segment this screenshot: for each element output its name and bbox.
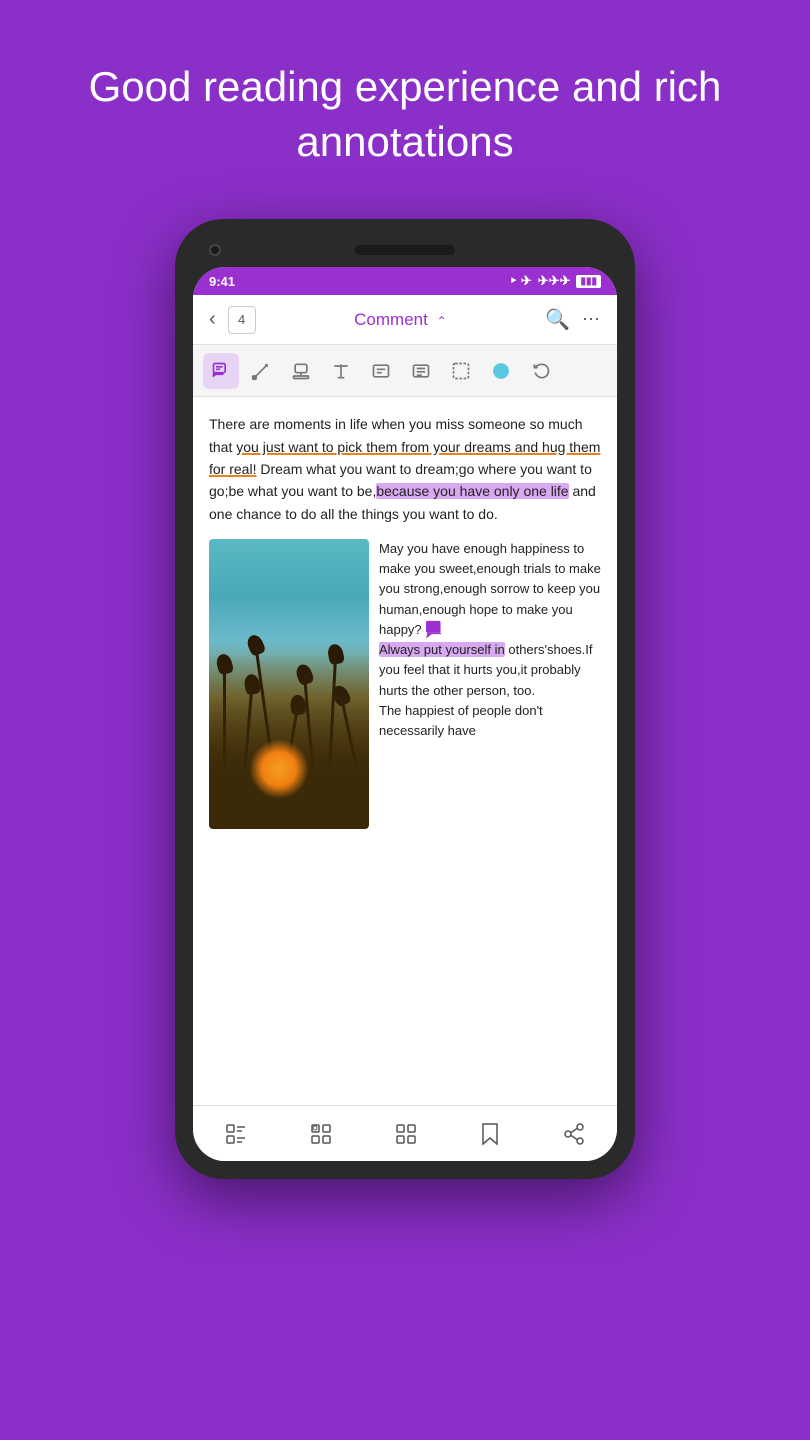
para1-highlight: because you have only one life [376,483,568,499]
bottom-nav-apps[interactable] [394,1122,418,1146]
nav-title: Comment ⌃ [268,310,533,330]
bottom-nav-contents[interactable] [224,1122,248,1146]
sun-glow [249,739,309,799]
two-col-section: May you have enough happiness to make yo… [209,539,601,829]
tool-form[interactable] [403,353,439,389]
right-text-section: May you have enough happiness to make yo… [379,539,601,829]
tool-select[interactable] [443,353,479,389]
stem7 [340,700,366,808]
phone-frame: 9:41 ‣ ✈ ✈✈✈ ▮▮▮ ‹ 4 Comment ⌃ [175,219,635,1179]
comment-icon-inline [425,620,447,640]
back-button[interactable]: ‹ [209,308,216,331]
tool-undo[interactable] [523,353,559,389]
right-text-highlight: Always put yourself in [379,642,505,657]
right-text-1: May you have enough happiness to make yo… [379,541,601,637]
stem2 [239,689,252,809]
tool-text[interactable] [323,353,359,389]
paragraph-1: There are moments in life when you miss … [209,413,601,525]
stem5 [303,679,317,809]
signal-icon: ✈✈✈ [538,273,571,289]
stem6 [326,659,337,809]
content-image [209,539,369,829]
battery-icon: ▮▮▮ [576,275,601,288]
tool-comment[interactable] [203,353,239,389]
image-bg [209,539,369,829]
status-time: 9:41 [209,274,235,289]
nav-bar: ‹ 4 Comment ⌃ 🔍 ⋯ [193,295,617,345]
status-bar-right: ‣ ✈ ✈✈✈ ▮▮▮ [510,273,601,289]
tool-typebox[interactable] [363,353,399,389]
page-title: Good reading experience and rich annotat… [0,0,810,209]
bottom-nav-share[interactable] [562,1122,586,1146]
tool-circle[interactable] [483,353,519,389]
tool-annotate[interactable] [243,353,279,389]
more-button[interactable]: ⋯ [582,309,601,330]
page-background: Good reading experience and rich annotat… [0,0,810,1440]
bottom-nav [193,1105,617,1161]
stem1 [223,669,226,809]
toolbar [193,345,617,397]
bottom-nav-bookmarks[interactable] [309,1122,333,1146]
phone-camera [209,244,221,256]
status-bar: 9:41 ‣ ✈ ✈✈✈ ▮▮▮ [193,267,617,295]
tool-stamp[interactable] [283,353,319,389]
phone-wrapper: 9:41 ‣ ✈ ✈✈✈ ▮▮▮ ‹ 4 Comment ⌃ [0,209,810,1179]
phone-speaker [355,245,455,255]
right-text-3: The happiest of people don't necessarily… [379,703,543,738]
phone-screen: 9:41 ‣ ✈ ✈✈✈ ▮▮▮ ‹ 4 Comment ⌃ [193,267,617,1161]
content-area: There are moments in life when you miss … [193,397,617,1105]
phone-notch [193,237,617,267]
wifi-icon: ‣ ✈ [510,273,532,289]
page-badge: 4 [228,306,256,334]
bottom-nav-bookmark[interactable] [479,1122,501,1146]
search-button[interactable]: 🔍 [545,307,570,332]
